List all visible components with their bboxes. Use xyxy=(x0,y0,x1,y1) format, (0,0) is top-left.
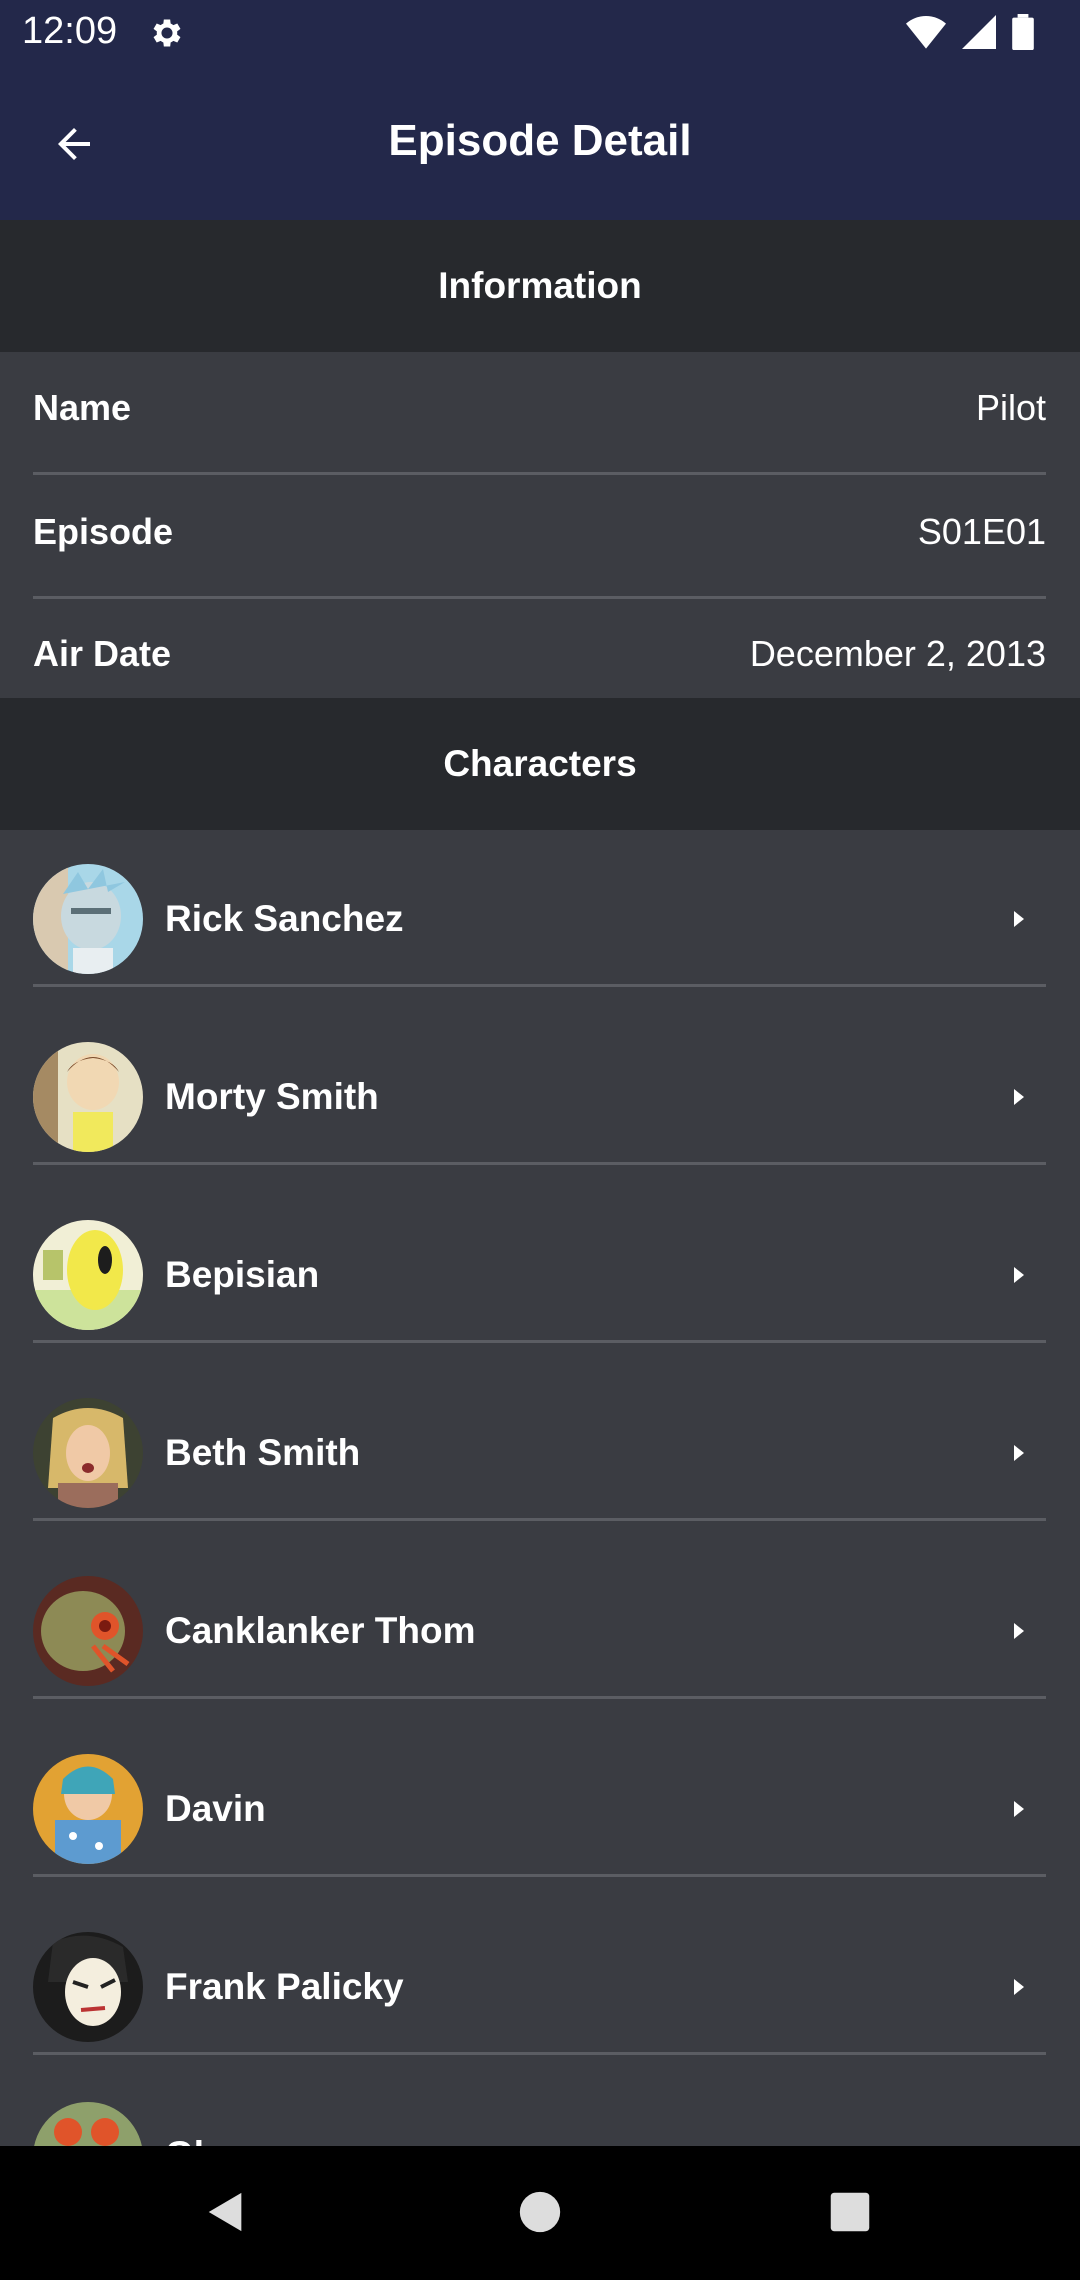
navigation-bar xyxy=(0,2146,1080,2280)
divider xyxy=(33,1518,1046,1521)
divider xyxy=(33,984,1046,987)
info-value: Pilot xyxy=(975,386,1046,428)
nav-back-icon xyxy=(203,2189,249,2240)
chevron-right-icon xyxy=(1006,1975,1030,1999)
nav-home-button[interactable] xyxy=(508,2182,572,2246)
info-row-episode: Episode S01E01 xyxy=(33,470,1046,593)
chevron-right-icon xyxy=(1006,1085,1030,1109)
avatar xyxy=(33,2102,143,2146)
divider xyxy=(33,2052,1046,2055)
character-name: Frank Palicky xyxy=(165,1966,404,2007)
nav-home-icon xyxy=(518,2190,562,2239)
app-bar: Episode Detail xyxy=(0,66,1080,220)
characters-header: Characters xyxy=(0,698,1080,830)
avatar xyxy=(33,1576,143,1686)
avatar xyxy=(33,1398,143,1508)
info-value: S01E01 xyxy=(917,510,1046,552)
wifi-icon xyxy=(906,15,946,54)
avatar xyxy=(33,1042,143,1152)
character-row[interactable]: Frank Palicky xyxy=(0,1898,1080,2076)
divider xyxy=(33,1340,1046,1343)
info-row-air-date: Air Date December 2, 2013 xyxy=(33,592,1046,715)
info-label: Name xyxy=(33,386,132,428)
avatar xyxy=(33,864,143,974)
character-name: Gl... xyxy=(165,2134,235,2146)
character-row[interactable]: Gl... xyxy=(0,2076,1080,2146)
divider xyxy=(33,1874,1046,1877)
signal-icon xyxy=(962,15,996,54)
info-row-name: Name Pilot xyxy=(33,346,1046,469)
chevron-right-icon xyxy=(1006,1441,1030,1465)
character-name: Davin xyxy=(165,1788,266,1829)
character-row[interactable]: Canklanker Thom xyxy=(0,1542,1080,1720)
status-time: 12:09 xyxy=(22,10,118,52)
chevron-right-icon xyxy=(1006,1619,1030,1643)
avatar xyxy=(33,1754,143,1864)
chevron-right-icon xyxy=(1006,907,1030,931)
battery-icon xyxy=(1012,14,1034,55)
character-row[interactable]: Morty Smith xyxy=(0,1008,1080,1186)
character-row[interactable]: Rick Sanchez xyxy=(0,830,1080,1008)
character-name: Bepisian xyxy=(165,1254,320,1295)
divider xyxy=(33,1696,1046,1699)
page-title: Episode Detail xyxy=(388,116,692,165)
chevron-right-icon xyxy=(1006,1263,1030,1287)
gear-icon xyxy=(148,14,186,57)
character-row[interactable]: Davin xyxy=(0,1720,1080,1898)
nav-back-button[interactable] xyxy=(194,2182,258,2246)
info-label: Air Date xyxy=(33,632,172,674)
nav-recents-icon xyxy=(829,2191,871,2238)
nav-recents-button[interactable] xyxy=(818,2182,882,2246)
avatar xyxy=(33,1932,143,2042)
divider xyxy=(33,1162,1046,1165)
character-name: Canklanker Thom xyxy=(165,1610,476,1651)
avatar xyxy=(33,1220,143,1330)
status-bar: 12:09 xyxy=(0,0,1080,66)
character-name: Morty Smith xyxy=(165,1076,379,1117)
info-value: December 2, 2013 xyxy=(749,632,1046,674)
character-row[interactable]: Beth Smith xyxy=(0,1364,1080,1542)
information-header: Information xyxy=(0,220,1080,352)
character-name: Beth Smith xyxy=(165,1432,361,1473)
info-label: Episode xyxy=(33,510,174,552)
chevron-right-icon xyxy=(1006,1797,1030,1821)
character-name: Rick Sanchez xyxy=(165,898,404,939)
character-row[interactable]: Bepisian xyxy=(0,1186,1080,1364)
